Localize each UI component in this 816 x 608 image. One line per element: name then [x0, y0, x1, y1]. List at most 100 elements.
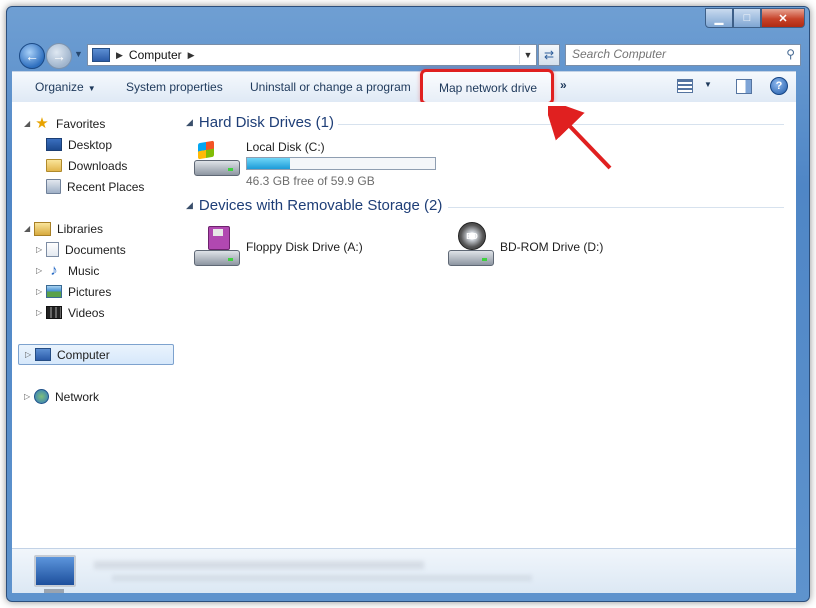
- sidebar-item-documents[interactable]: ▷ Documents: [36, 240, 126, 259]
- more-commands-button[interactable]: »: [560, 78, 567, 92]
- pictures-icon: [46, 285, 62, 298]
- collapse-arrow-icon[interactable]: ▷: [36, 308, 46, 317]
- collapse-arrow-icon[interactable]: ▷: [36, 266, 46, 275]
- drive-name: Local Disk (C:): [246, 140, 325, 154]
- annotation-arrow-icon: [548, 106, 612, 170]
- sidebar-item-computer[interactable]: ▷ Computer: [18, 344, 174, 365]
- search-icon[interactable]: ⚲: [786, 47, 795, 61]
- sidebar-item-music[interactable]: ▷ ♪ Music: [36, 261, 99, 280]
- libraries-icon: [34, 221, 51, 236]
- computer-label: Computer: [57, 347, 110, 362]
- music-icon: ♪: [50, 261, 58, 279]
- organize-label: Organize: [35, 80, 84, 94]
- group-divider: [448, 207, 784, 208]
- uninstall-program-button[interactable]: Uninstall or change a program: [250, 80, 411, 94]
- organize-button[interactable]: Organize ▼: [35, 80, 96, 94]
- map-network-drive-button[interactable]: Map network drive: [420, 69, 554, 105]
- address-bar[interactable]: ▶ Computer ▶ ▼: [87, 44, 537, 66]
- search-box[interactable]: ⚲: [565, 44, 801, 66]
- search-input[interactable]: [566, 45, 772, 63]
- forward-button[interactable]: →: [46, 43, 72, 69]
- blurred-details: [112, 575, 532, 581]
- floppy-drive-icon: [194, 226, 240, 266]
- collapse-arrow-icon[interactable]: ▷: [36, 245, 46, 254]
- close-button[interactable]: ✕: [761, 8, 805, 28]
- group-collapse-icon[interactable]: ◢: [186, 117, 193, 128]
- help-icon[interactable]: ?: [770, 77, 788, 95]
- caption-buttons: ▁ □ ✕: [705, 8, 805, 28]
- sidebar-item-downloads[interactable]: Downloads: [46, 156, 127, 175]
- drive-bd-rom-d[interactable]: BD BD-ROM Drive (D:): [448, 222, 603, 266]
- computer-large-icon: [34, 555, 76, 593]
- blurred-details: [94, 561, 424, 569]
- drive-local-disk-c[interactable]: Local Disk (C:) 46.3 GB free of 59.9 GB: [194, 140, 436, 188]
- drive-name: BD-ROM Drive (D:): [500, 240, 604, 254]
- sidebar-item-desktop[interactable]: Desktop: [46, 135, 112, 154]
- back-button[interactable]: ←: [19, 43, 45, 69]
- breadcrumb-computer[interactable]: Computer: [129, 48, 182, 62]
- address-dropdown-icon[interactable]: ▼: [519, 46, 536, 64]
- pictures-label: Pictures: [68, 284, 112, 299]
- recent-places-label: Recent Places: [67, 179, 145, 194]
- computer-icon: [92, 48, 110, 62]
- system-properties-button[interactable]: System properties: [126, 80, 223, 94]
- free-space-text: 46.3 GB free of 59.9 GB: [246, 174, 375, 188]
- libraries-label: Libraries: [57, 221, 104, 236]
- recent-places-icon: [46, 179, 61, 194]
- sidebar-item-recent-places[interactable]: Recent Places: [46, 177, 144, 196]
- drive-floppy-a[interactable]: Floppy Disk Drive (A:): [194, 226, 363, 266]
- sidebar-item-network[interactable]: ▷ Network: [24, 387, 99, 406]
- details-pane: [12, 548, 796, 593]
- expand-arrow-icon[interactable]: ◢: [24, 119, 34, 128]
- collapse-arrow-icon[interactable]: ▷: [36, 287, 46, 296]
- file-list: ◢ Hard Disk Drives (1) Local Disk (C:) 4…: [176, 102, 796, 548]
- music-label: Music: [68, 263, 100, 278]
- map-network-drive-label: Map network drive: [439, 81, 538, 95]
- floppy-disk-icon: [208, 226, 230, 250]
- command-bar: Organize ▼ System properties Uninstall or…: [12, 69, 796, 105]
- sidebar-item-videos[interactable]: ▷ Videos: [36, 303, 104, 322]
- favorites-label: Favorites: [56, 116, 106, 131]
- preview-pane-icon[interactable]: [736, 79, 752, 94]
- videos-label: Videos: [68, 305, 105, 320]
- documents-label: Documents: [65, 242, 126, 257]
- hard-drive-icon: [194, 140, 240, 176]
- blu-ray-disc-icon: BD: [458, 222, 486, 250]
- star-icon: ★: [35, 114, 49, 132]
- videos-icon: [46, 306, 62, 319]
- group-title-hard-disk: Hard Disk Drives (1): [198, 114, 334, 131]
- collapse-arrow-icon[interactable]: ▷: [25, 350, 35, 359]
- change-view-icon[interactable]: [677, 79, 693, 93]
- desktop-icon: [46, 138, 62, 151]
- downloads-folder-icon: [46, 159, 62, 172]
- navigation-pane: ◢ ★ Favorites Desktop Downloads Recent P…: [12, 102, 177, 548]
- bd-rom-drive-icon: BD: [448, 222, 494, 266]
- refresh-icon: ⇄: [543, 48, 555, 62]
- collapse-arrow-icon[interactable]: ▷: [24, 392, 34, 401]
- capacity-bar: [246, 157, 436, 170]
- network-icon: [34, 389, 49, 404]
- capacity-bar-fill: [247, 158, 290, 169]
- refresh-button[interactable]: ⇄: [538, 44, 560, 66]
- sidebar-item-pictures[interactable]: ▷ Pictures: [36, 282, 111, 301]
- maximize-button[interactable]: □: [733, 8, 761, 28]
- documents-icon: [46, 242, 59, 257]
- sidebar-item-libraries[interactable]: ◢ Libraries: [24, 219, 103, 238]
- sidebar-item-favorites[interactable]: ◢ ★ Favorites: [24, 114, 105, 133]
- group-title-removable: Devices with Removable Storage (2): [198, 197, 443, 214]
- expand-arrow-icon[interactable]: ◢: [24, 224, 34, 233]
- navigation-bar: ← → ▼ ▶ Computer ▶ ▼ ⇄ ⚲: [17, 43, 803, 69]
- computer-icon: [35, 348, 51, 361]
- view-options-dropdown-icon[interactable]: ▼: [704, 80, 712, 89]
- minimize-button[interactable]: ▁: [705, 8, 733, 28]
- downloads-label: Downloads: [68, 158, 128, 173]
- recent-pages-icon[interactable]: ▼: [74, 49, 83, 59]
- group-header-hard-disk[interactable]: ◢ Hard Disk Drives (1): [186, 114, 334, 131]
- desktop-label: Desktop: [68, 137, 113, 152]
- group-header-removable[interactable]: ◢ Devices with Removable Storage (2): [186, 197, 442, 214]
- group-collapse-icon[interactable]: ◢: [186, 200, 193, 211]
- breadcrumb-chevron-icon[interactable]: ▶: [188, 50, 195, 61]
- breadcrumb-separator-icon[interactable]: ▶: [116, 50, 123, 61]
- network-label: Network: [55, 389, 100, 404]
- drive-name: Floppy Disk Drive (A:): [246, 240, 363, 254]
